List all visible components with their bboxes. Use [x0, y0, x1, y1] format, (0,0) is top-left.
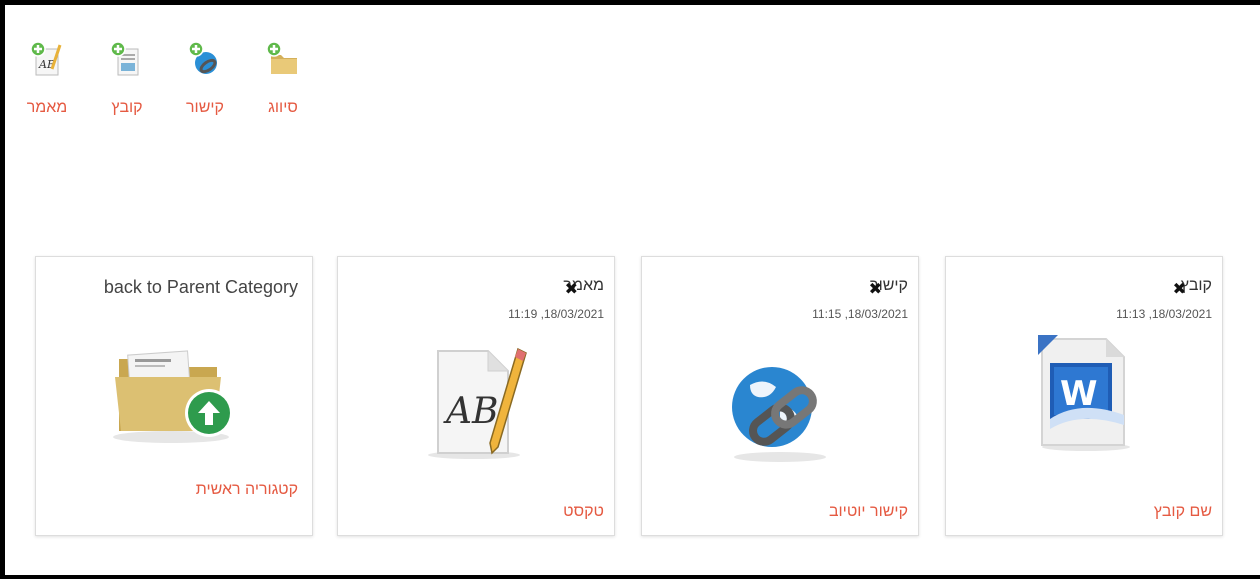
add-category-button[interactable]: סיווג	[253, 41, 313, 117]
article-icon: AB	[416, 343, 536, 468]
svg-text:AB: AB	[443, 391, 498, 432]
add-toolbar: AB מאמר קובץ קישור סיווג	[5, 41, 325, 131]
file-card-link[interactable]: שם קובץ	[1154, 503, 1212, 521]
parent-category-title: back to Parent Category	[103, 277, 298, 297]
weblink-card-link[interactable]: קישור יוטיוב	[829, 503, 908, 521]
add-category-label: סיווג	[268, 99, 298, 116]
article-card[interactable]: מאמר ✖ 11:19 ,18/03/2021 AB טקסט	[337, 256, 615, 536]
add-link-button[interactable]: קישור	[175, 41, 235, 117]
add-file-button[interactable]: קובץ	[97, 41, 157, 117]
parent-category-card[interactable]: back to Parent Category קטגוריה ראשית	[35, 256, 313, 536]
file-card-date: 11:13 ,18/03/2021	[1116, 307, 1212, 321]
article-card-link[interactable]: טקסט	[563, 503, 604, 521]
add-article-label: מאמר	[26, 99, 68, 116]
weblink-card-date: 11:15 ,18/03/2021	[812, 307, 908, 321]
delete-icon[interactable]: ✖	[869, 279, 882, 299]
file-card[interactable]: קובץ ✖ 11:13 ,18/03/2021 W שם קובץ	[945, 256, 1223, 536]
globe-link-icon	[720, 357, 840, 472]
add-article-button[interactable]: AB מאמר	[17, 41, 77, 117]
word-document-icon: W	[1024, 329, 1144, 458]
add-link-label: קישור	[186, 99, 224, 116]
parent-category-link[interactable]: קטגוריה ראשית	[196, 481, 298, 499]
add-file-icon	[110, 41, 144, 77]
page-frame: AB מאמר קובץ קישור סיווג back to Parent …	[0, 0, 1260, 579]
add-link-icon	[188, 41, 222, 77]
add-article-icon: AB	[30, 41, 64, 77]
delete-icon[interactable]: ✖	[565, 279, 578, 299]
folder-up-icon	[109, 339, 239, 454]
delete-icon[interactable]: ✖	[1173, 279, 1186, 299]
article-card-date: 11:19 ,18/03/2021	[508, 307, 604, 321]
add-file-label: קובץ	[111, 99, 143, 116]
weblink-card[interactable]: קישור ✖ 11:15 ,18/03/2021 קישור יוטיוב	[641, 256, 919, 536]
add-category-icon	[266, 41, 300, 77]
